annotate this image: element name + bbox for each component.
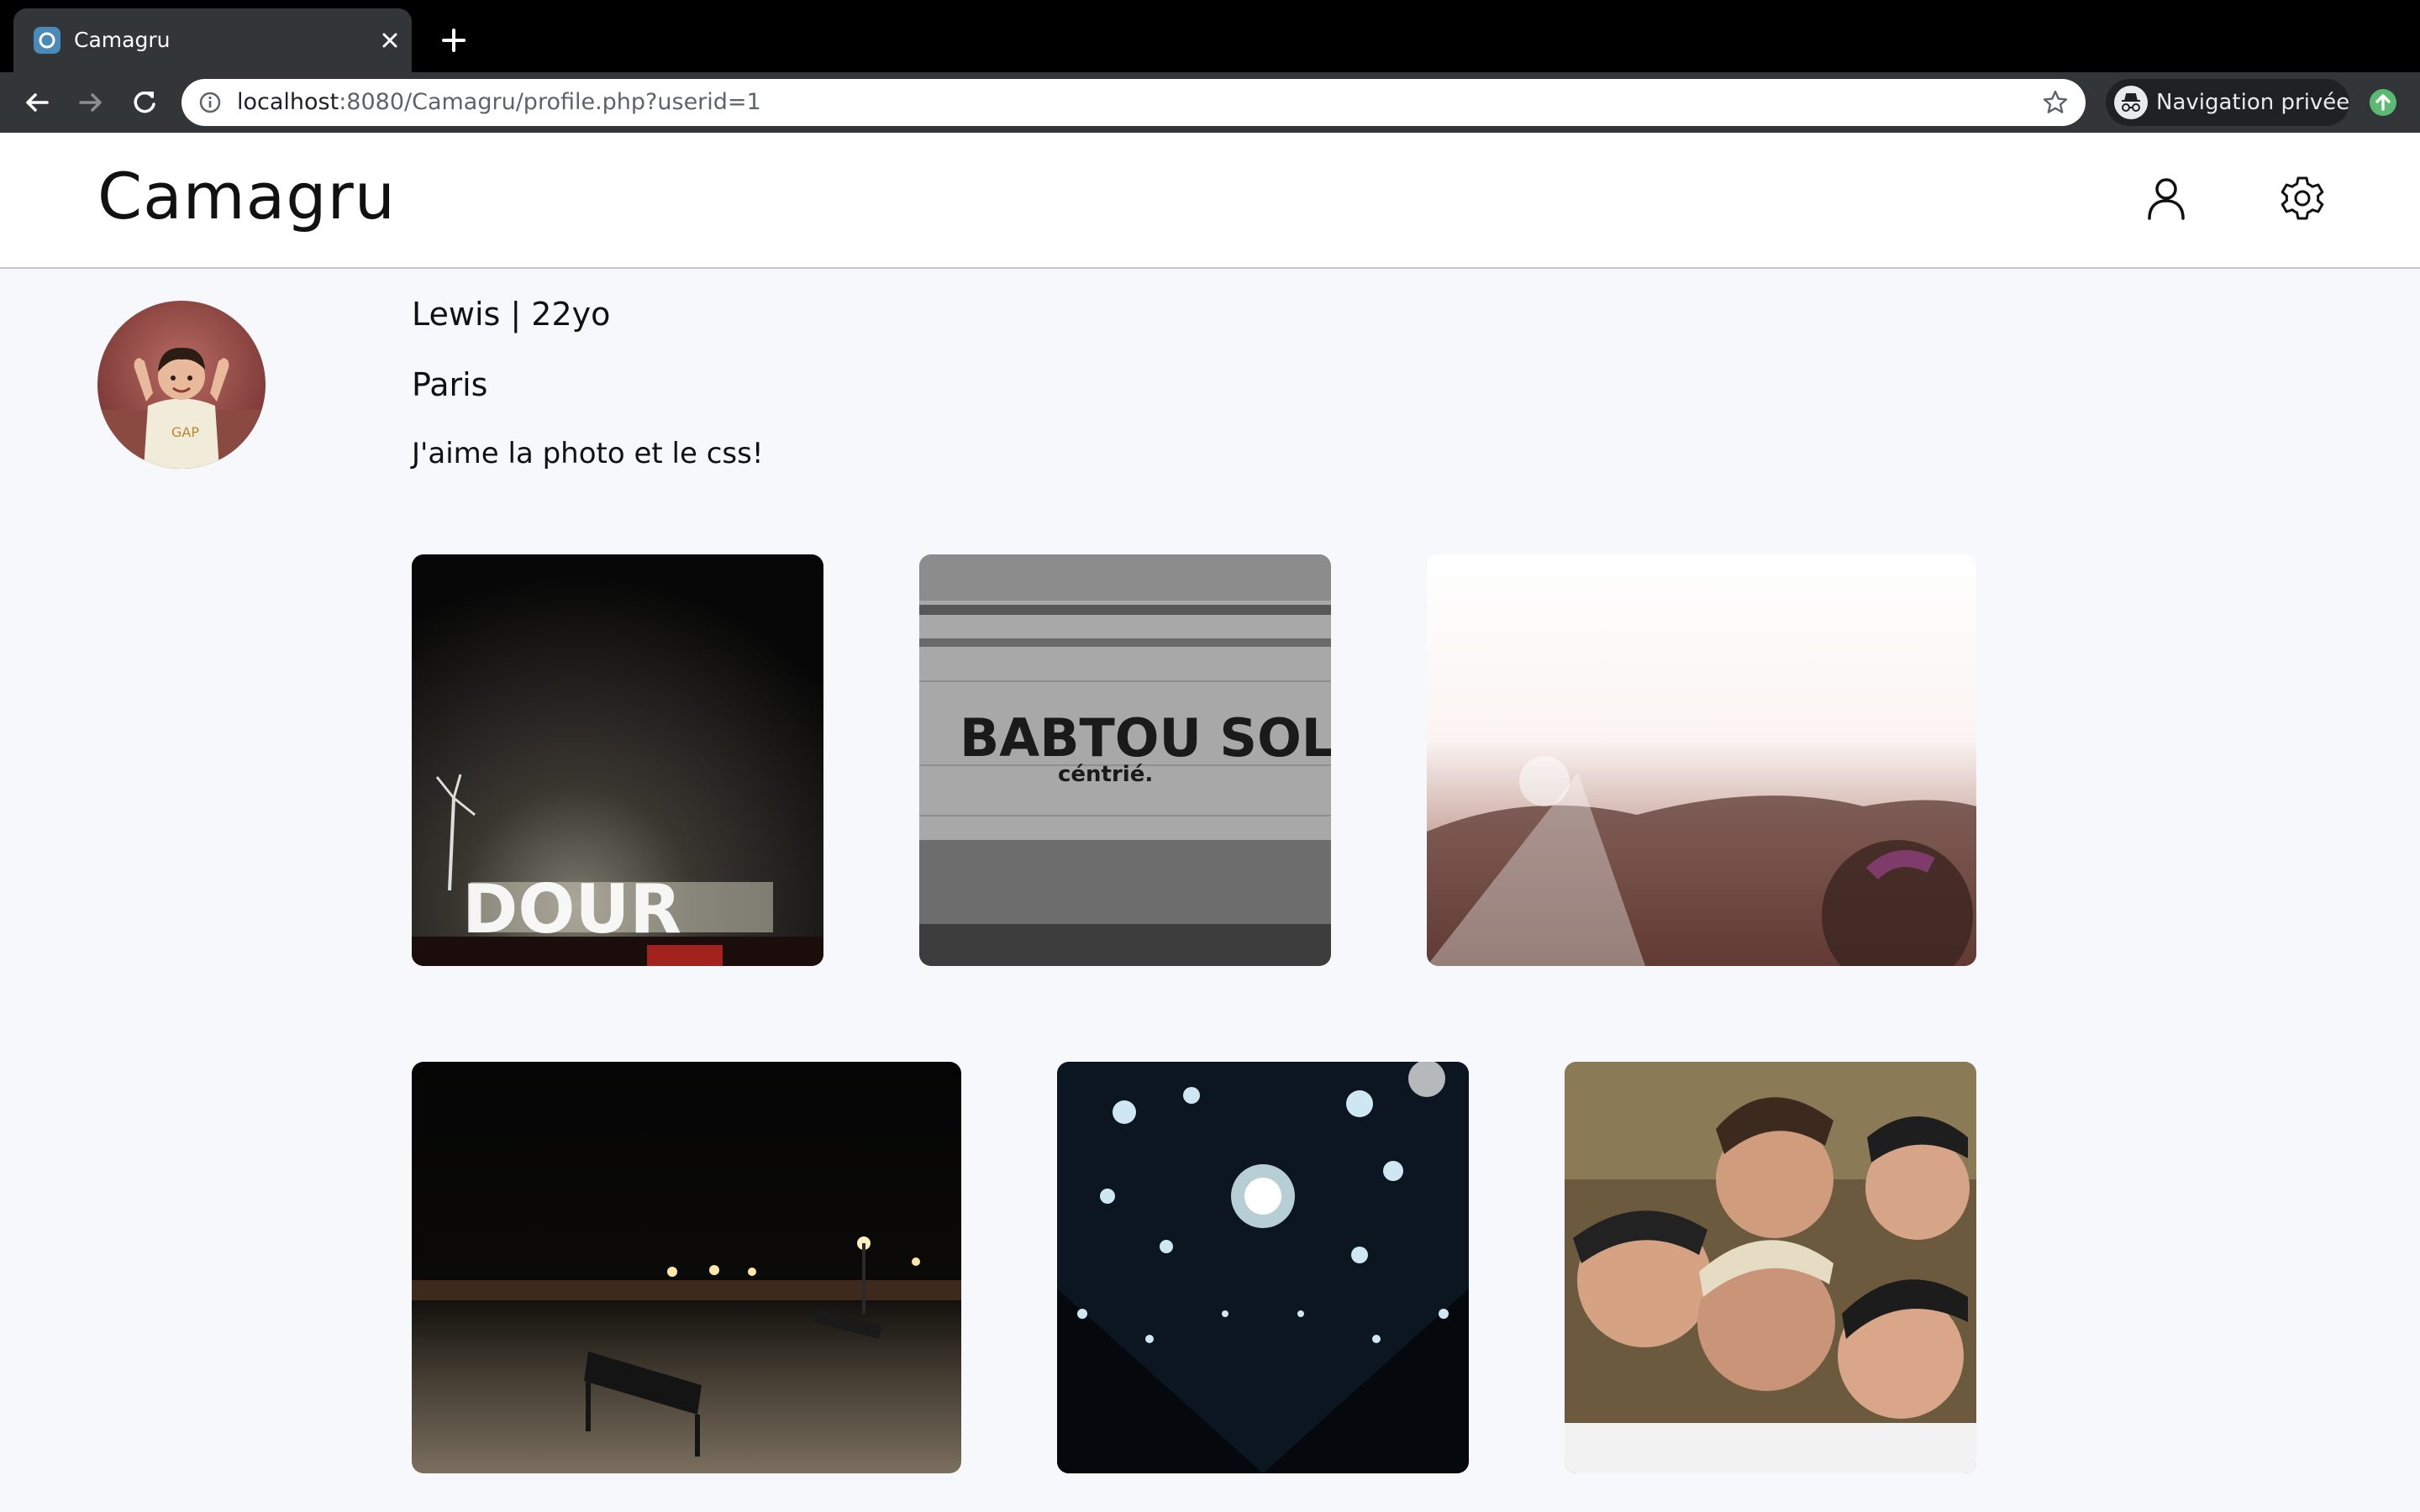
- info-icon[interactable]: [198, 91, 222, 114]
- brand-logo[interactable]: Camagru: [97, 133, 396, 260]
- plus-icon[interactable]: [437, 24, 471, 57]
- site-header: Camagru: [0, 133, 2420, 269]
- url-text: localhost:8080/Camagru/profile.php?useri…: [237, 89, 761, 115]
- back-icon[interactable]: [18, 84, 55, 121]
- gallery-photo[interactable]: [1565, 1062, 1976, 1473]
- incognito-label: Navigation privée: [2156, 90, 2350, 115]
- gallery-photo[interactable]: [1057, 1062, 1469, 1473]
- star-icon[interactable]: [2042, 89, 2069, 116]
- gallery-photo[interactable]: [1427, 554, 1976, 966]
- profile-bio: J'aime la photo et le css!: [412, 437, 764, 470]
- profile-name-age: Lewis | 22yo: [412, 296, 611, 333]
- profile-city: Paris: [412, 366, 488, 403]
- user-icon[interactable]: [2139, 171, 2193, 225]
- svg-text:BABTOU SOLIDE: BABTOU SOLIDE: [960, 707, 1331, 769]
- update-icon[interactable]: [2368, 87, 2398, 118]
- incognito-icon: [2114, 86, 2148, 119]
- close-icon[interactable]: [376, 27, 403, 54]
- gallery-photo[interactable]: BABTOU SOLIDE céntrié.: [919, 554, 1331, 966]
- browser-toolbar: localhost:8080/Camagru/profile.php?useri…: [0, 72, 2420, 133]
- browser-tabstrip: Camagru: [0, 0, 2420, 72]
- forward-icon[interactable]: [72, 84, 109, 121]
- address-bar[interactable]: localhost:8080/Camagru/profile.php?useri…: [182, 79, 2086, 126]
- svg-text:GAP: GAP: [171, 424, 199, 440]
- tab-title: Camagru: [74, 28, 171, 52]
- reload-icon[interactable]: [126, 84, 163, 121]
- gallery-photo[interactable]: DOUR: [412, 554, 823, 966]
- gear-icon[interactable]: [2275, 171, 2329, 225]
- svg-text:céntrié.: céntrié.: [1058, 762, 1153, 787]
- gallery-photo[interactable]: [412, 1062, 961, 1473]
- incognito-badge[interactable]: Navigation privée: [2106, 79, 2349, 126]
- avatar: GAP: [97, 301, 266, 469]
- browser-tab[interactable]: Camagru: [13, 8, 412, 72]
- camagru-favicon-icon: [34, 27, 60, 54]
